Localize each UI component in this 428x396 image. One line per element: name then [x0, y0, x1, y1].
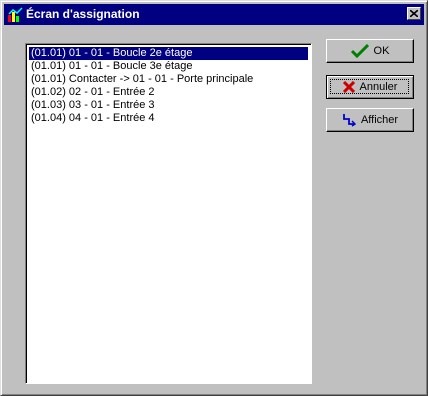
- app-icon: [8, 7, 23, 22]
- ok-button-label: OK: [373, 45, 390, 57]
- checkmark-icon: [350, 44, 369, 58]
- list-item[interactable]: (01.01) 01 - 01 - Boucle 2e étage: [29, 47, 308, 60]
- window-title: Écran d'assignation: [26, 7, 140, 21]
- list-item[interactable]: (01.02) 02 - 01 - Entrée 2: [29, 86, 308, 99]
- cancel-button[interactable]: Annuler: [326, 75, 414, 99]
- assignment-list[interactable]: (01.01) 01 - 01 - Boucle 2e étage (01.01…: [25, 43, 312, 384]
- show-button-label: Afficher: [360, 114, 399, 126]
- list-item[interactable]: (01.01) 01 - 01 - Boucle 3e étage: [29, 60, 308, 73]
- cancel-button-label: Annuler: [359, 81, 398, 93]
- list-item[interactable]: (01.01) Contacter -> 01 - 01 - Porte pri…: [29, 73, 308, 86]
- show-button[interactable]: Afficher: [326, 108, 414, 132]
- close-icon: [410, 10, 418, 17]
- close-button[interactable]: [407, 7, 421, 20]
- assignment-dialog: Écran d'assignation (01.01) 01 - 01 - Bo…: [0, 0, 428, 396]
- ok-button[interactable]: OK: [326, 39, 414, 63]
- title-bar[interactable]: Écran d'assignation: [4, 4, 424, 25]
- arrow-icon: [343, 114, 356, 127]
- list-item[interactable]: (01.03) 03 - 01 - Entrée 3: [29, 99, 308, 112]
- x-icon: [342, 81, 355, 93]
- list-item[interactable]: (01.04) 04 - 01 - Entrée 4: [29, 112, 308, 125]
